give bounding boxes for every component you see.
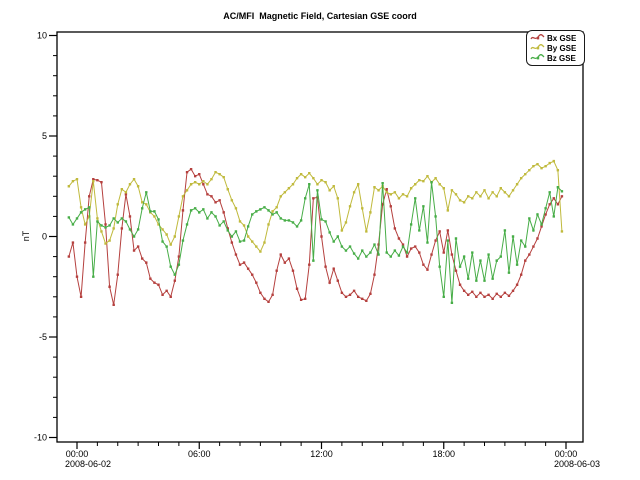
legend-entry-by: By GSE bbox=[530, 43, 581, 53]
x-tick-label: 06:00 bbox=[188, 449, 211, 459]
plot-window: AC/MFI Magnetic Field, Cartesian GSE coo… bbox=[0, 0, 640, 480]
by-line-swatch-icon bbox=[530, 43, 545, 53]
series-line-bz bbox=[69, 182, 562, 303]
legend-label: Bz GSE bbox=[547, 54, 576, 63]
x-date-label: 2008-06-02 bbox=[65, 459, 111, 469]
plot-area[interactable]: 1050-5-1000:002008-06-0206:0012:0018:000… bbox=[0, 0, 640, 480]
legend-label: By GSE bbox=[547, 44, 576, 53]
legend-label: Bx GSE bbox=[547, 34, 576, 43]
x-date-label: 2008-06-03 bbox=[554, 459, 600, 469]
bx-line-swatch-icon bbox=[530, 33, 545, 43]
x-tick-label: 12:00 bbox=[310, 449, 333, 459]
y-tick-label: -5 bbox=[39, 332, 47, 342]
legend-box[interactable]: Bx GSE By GSE Bz GSE bbox=[526, 30, 585, 66]
legend-entry-bx: Bx GSE bbox=[530, 33, 581, 43]
x-tick-label: 00:00 bbox=[555, 449, 578, 459]
series-line-bx bbox=[69, 169, 562, 305]
y-tick-label: 5 bbox=[42, 131, 47, 141]
legend-entry-bz: Bz GSE bbox=[530, 53, 581, 63]
series-markers-by bbox=[68, 160, 563, 253]
y-axis-title: nT bbox=[21, 206, 31, 266]
series-markers-bx bbox=[68, 168, 563, 306]
y-tick-label: -10 bbox=[34, 433, 47, 443]
y-tick-label: 0 bbox=[42, 232, 47, 242]
bz-line-swatch-icon bbox=[530, 53, 545, 63]
y-tick-label: 10 bbox=[37, 31, 47, 41]
x-tick-label: 00:00 bbox=[66, 449, 89, 459]
x-tick-label: 18:00 bbox=[432, 449, 455, 459]
